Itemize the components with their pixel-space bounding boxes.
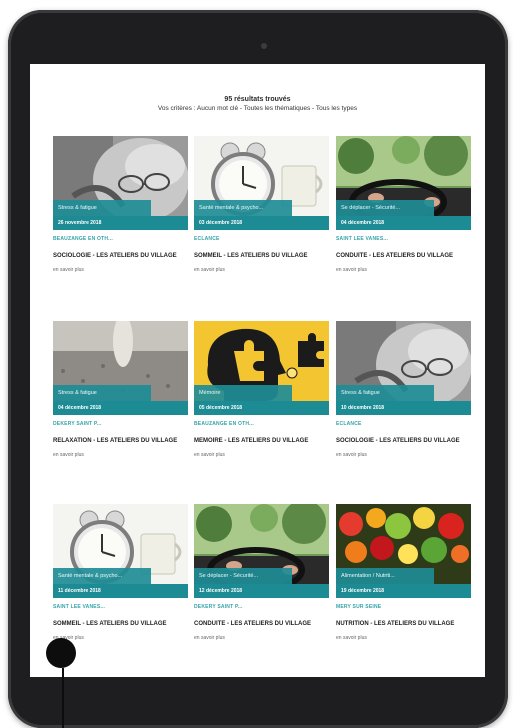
event-thumbnail[interactable]: Santé mentale & psycho... 11 décembre 201… xyxy=(53,504,188,598)
event-date: 19 décembre 2018 xyxy=(336,584,471,598)
event-date: 12 décembre 2018 xyxy=(194,584,329,598)
event-date: 05 décembre 2018 xyxy=(194,401,329,415)
read-more-link[interactable]: en savoir plus xyxy=(194,452,329,458)
event-thumbnail[interactable]: Santé mentale & psycho... 03 décembre 201… xyxy=(194,136,329,230)
event-date: 04 décembre 2018 xyxy=(336,216,471,230)
event-thumbnail[interactable]: Stress & fatigue 04 décembre 2018 xyxy=(53,321,188,415)
event-location: BEAUZANGE EN OTH... xyxy=(53,236,113,242)
theme-tag: Mémoire xyxy=(194,385,292,401)
read-more-link[interactable]: en savoir plus xyxy=(336,452,471,458)
event-location: ECLANCE xyxy=(194,236,220,242)
theme-tag: Stress & fatigue xyxy=(53,200,151,216)
event-thumbnail[interactable]: Stress & fatigue 10 décembre 2018 xyxy=(336,321,471,415)
read-more-link[interactable]: en savoir plus xyxy=(194,635,329,641)
event-location: BEAUZANGE EN OTH... xyxy=(194,421,254,427)
event-location: SAINT LEE VANES... xyxy=(53,604,106,610)
event-title[interactable]: SOCIOLOGIE - LES ATELIERS DU VILLAGE xyxy=(53,252,188,261)
event-location: DEKERY SAINT P... xyxy=(53,421,102,427)
event-location: MERY SUR SEINE xyxy=(336,604,382,610)
event-location: SAINT LEE VANES... xyxy=(336,236,389,242)
event-title[interactable]: SOMMEIL - LES ATELIERS DU VILLAGE xyxy=(53,620,188,629)
event-date: 26 novembre 2018 xyxy=(53,216,188,230)
read-more-link[interactable]: en savoir plus xyxy=(53,635,188,641)
event-card[interactable]: Alimentation / Nutriti... 19 décembre 201… xyxy=(336,504,471,641)
event-card[interactable]: Santé mentale & psycho... 03 décembre 201… xyxy=(194,136,329,273)
event-date: 11 décembre 2018 xyxy=(53,584,188,598)
event-location: ECLANCE xyxy=(336,421,362,427)
event-thumbnail[interactable]: Se déplacer - Sécurité... 12 décembre 201… xyxy=(194,504,329,598)
theme-tag: Se déplacer - Sécurité... xyxy=(336,200,434,216)
theme-tag: Alimentation / Nutriti... xyxy=(336,568,434,584)
event-thumbnail[interactable]: Mémoire 05 décembre 2018 xyxy=(194,321,329,415)
event-card[interactable]: Stress & fatigue 10 décembre 2018 ECLANCE S… xyxy=(336,321,471,458)
event-title[interactable]: SOCIOLOGIE - LES ATELIERS DU VILLAGE xyxy=(336,437,471,446)
tablet-screen: 95 résultats trouvés Vos critères : Aucu… xyxy=(30,64,485,677)
event-title[interactable]: CONDUITE - LES ATELIERS DU VILLAGE xyxy=(194,620,329,629)
theme-tag: Stress & fatigue xyxy=(53,385,151,401)
event-location: DEKERY SAINT P... xyxy=(194,604,243,610)
theme-tag: Santé mentale & psycho... xyxy=(53,568,151,584)
event-title[interactable]: RELAXATION - LES ATELIERS DU VILLAGE xyxy=(53,437,188,446)
read-more-link[interactable]: en savoir plus xyxy=(53,267,188,273)
event-card[interactable]: Se déplacer - Sécurité... 12 décembre 201… xyxy=(194,504,329,641)
event-date: 03 décembre 2018 xyxy=(194,216,329,230)
event-date: 10 décembre 2018 xyxy=(336,401,471,415)
event-card[interactable]: Se déplacer - Sécurité... 04 décembre 201… xyxy=(336,136,471,273)
event-title[interactable]: MEMOIRE - LES ATELIERS DU VILLAGE xyxy=(194,437,329,446)
event-thumbnail[interactable]: Se déplacer - Sécurité... 04 décembre 201… xyxy=(336,136,471,230)
pointer-dot-icon xyxy=(46,638,76,668)
event-grid: Stress & fatigue 26 novembre 2018 BEAUZANG… xyxy=(30,64,485,677)
theme-tag: Santé mentale & psycho... xyxy=(194,200,292,216)
read-more-link[interactable]: en savoir plus xyxy=(53,452,188,458)
event-title[interactable]: SOMMEIL - LES ATELIERS DU VILLAGE xyxy=(194,252,329,261)
event-card[interactable]: Mémoire 05 décembre 2018 BEAUZANGE EN OTH.… xyxy=(194,321,329,458)
read-more-link[interactable]: en savoir plus xyxy=(336,635,471,641)
theme-tag: Stress & fatigue xyxy=(336,385,434,401)
event-thumbnail[interactable]: Stress & fatigue 26 novembre 2018 xyxy=(53,136,188,230)
event-card[interactable]: Stress & fatigue 26 novembre 2018 BEAUZANG… xyxy=(53,136,188,273)
read-more-link[interactable]: en savoir plus xyxy=(194,267,329,273)
event-card[interactable]: Stress & fatigue 04 décembre 2018 DEKERY S… xyxy=(53,321,188,458)
event-title[interactable]: NUTRITION - LES ATELIERS DU VILLAGE xyxy=(336,620,471,629)
theme-tag: Se déplacer - Sécurité... xyxy=(194,568,292,584)
read-more-link[interactable]: en savoir plus xyxy=(336,267,471,273)
camera-icon xyxy=(261,43,267,49)
event-thumbnail[interactable]: Alimentation / Nutriti... 19 décembre 201… xyxy=(336,504,471,598)
event-date: 04 décembre 2018 xyxy=(53,401,188,415)
event-title[interactable]: CONDUITE - LES ATELIERS DU VILLAGE xyxy=(336,252,471,261)
event-card[interactable]: Santé mentale & psycho... 11 décembre 201… xyxy=(53,504,188,641)
pointer-line xyxy=(62,668,64,728)
